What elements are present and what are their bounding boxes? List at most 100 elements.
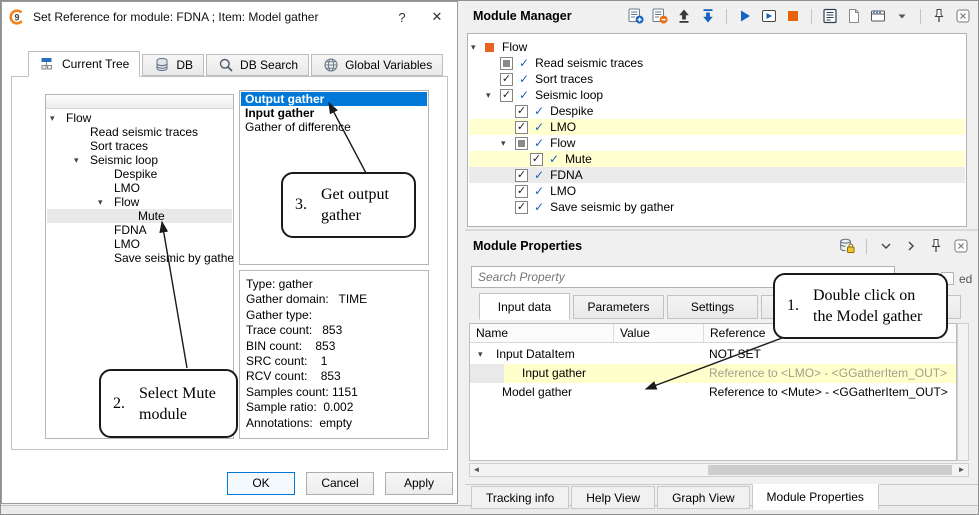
flow-tree-item-sort-traces[interactable]: Sort traces [47, 139, 232, 153]
module-tree-item-despike[interactable]: ✓Despike [469, 103, 965, 119]
expander-icon[interactable]: ▾ [471, 42, 485, 53]
bottom-tab-module-properties[interactable]: Module Properties [752, 484, 879, 510]
flow-tree-item-flow[interactable]: ▾Flow [47, 111, 232, 125]
enabled-check-icon: ✓ [534, 168, 544, 182]
pin-icon[interactable] [927, 237, 945, 255]
scroll-right-arrow[interactable]: ► [955, 464, 968, 476]
expander-icon[interactable]: ▾ [98, 195, 114, 209]
close-icon[interactable] [954, 7, 972, 25]
module-tree-item-label: Mute [565, 152, 592, 166]
partial-checkbox[interactable] [515, 137, 528, 150]
table-row-input-gather[interactable]: Input gatherReference to <LMO> - <GGathe… [470, 364, 956, 383]
checked-checkbox[interactable] [515, 169, 528, 182]
table-row-model-gather[interactable]: Model gatherReference to <Mute> - <GGath… [470, 383, 956, 402]
remove-module-icon[interactable] [651, 7, 669, 25]
flow-block-icon [485, 43, 494, 52]
bottom-tab-tracking-info[interactable]: Tracking info [471, 486, 569, 509]
column-header-name[interactable]: Name [470, 324, 614, 342]
checked-checkbox[interactable] [530, 153, 543, 166]
report-icon[interactable] [821, 7, 839, 25]
gather-list-item-input-gather[interactable]: Input gather [241, 106, 427, 120]
module-tree-item-flow[interactable]: ▾Flow [469, 39, 965, 55]
chevron-right-icon[interactable] [902, 237, 920, 255]
flow-tree-item-flow[interactable]: ▾Flow [47, 195, 232, 209]
move-up-icon[interactable] [675, 7, 693, 25]
table-row-input-dataitem[interactable]: ▾Input DataItemNOT SET [470, 345, 956, 364]
vertical-scrollbar[interactable] [957, 323, 969, 461]
window-layout-icon[interactable] [869, 7, 887, 25]
module-tree-item-label: Despike [550, 104, 593, 118]
checked-checkbox[interactable] [515, 121, 528, 134]
toolbar-separator [726, 9, 727, 24]
module-tree-item-lmo[interactable]: ✓LMO [469, 119, 965, 135]
run-flow-icon[interactable] [760, 7, 778, 25]
properties-tab-settings[interactable]: Settings [667, 295, 758, 319]
svg-text:9: 9 [14, 12, 19, 22]
toolbar-separator [866, 239, 867, 254]
properties-tab-parameters[interactable]: Parameters [573, 295, 664, 319]
tab-global-variables[interactable]: Global Variables [311, 54, 443, 76]
run-icon[interactable] [736, 7, 754, 25]
callout-text-line: Get output [321, 184, 389, 205]
module-tree-item-label: LMO [550, 120, 576, 134]
module-tree-item-read-seismic-traces[interactable]: ✓Read seismic traces [469, 55, 965, 71]
tab-current-tree[interactable]: Current Tree [28, 51, 140, 77]
help-button[interactable]: ? [388, 10, 416, 25]
checked-checkbox[interactable] [515, 201, 528, 214]
ok-button[interactable]: OK [227, 472, 295, 495]
column-header-value[interactable]: Value [614, 324, 704, 342]
pin-icon[interactable] [930, 7, 948, 25]
bottom-tab-help-view[interactable]: Help View [571, 486, 655, 509]
tab-db-search[interactable]: DB Search [206, 54, 309, 76]
checked-checkbox[interactable] [515, 185, 528, 198]
flow-tree-item-seismic-loop[interactable]: ▾Seismic loop [47, 153, 232, 167]
partial-checkbox[interactable] [500, 57, 513, 70]
gather-list-item-output-gather[interactable]: Output gather [241, 92, 427, 106]
gather-list-item-gather-of-difference[interactable]: Gather of difference [241, 120, 427, 134]
properties-tab-input-data[interactable]: Input data [479, 293, 570, 320]
callout-number: 1. [787, 297, 813, 315]
close-button[interactable]: ✕ [423, 9, 451, 25]
db-lock-icon[interactable] [838, 237, 856, 255]
module-tree-item-lmo[interactable]: ✓LMO [469, 183, 965, 199]
module-manager-header: Module Manager [467, 1, 979, 33]
expander-icon[interactable]: ▾ [50, 111, 66, 125]
module-tree-item-fdna[interactable]: ✓FDNA [469, 167, 965, 183]
flow-tree-item-lmo[interactable]: LMO [47, 237, 232, 251]
horizontal-scrollbar[interactable]: ◄ ► [469, 463, 969, 477]
expander-icon[interactable]: ▾ [486, 90, 500, 101]
expander-icon[interactable]: ▾ [478, 345, 483, 364]
new-document-icon[interactable] [845, 7, 863, 25]
tab-db[interactable]: DB [142, 54, 204, 76]
flow-tree-item-save-seismic-by-gather[interactable]: Save seismic by gather [47, 251, 232, 265]
flow-tree-item-mute[interactable]: Mute [47, 209, 232, 223]
dialog-titlebar: 9 Set Reference for module: FDNA ; Item:… [2, 2, 457, 32]
cancel-button[interactable]: Cancel [306, 472, 374, 495]
flow-tree-item-fdna[interactable]: FDNA [47, 223, 232, 237]
caret-down-icon[interactable] [893, 7, 911, 25]
checked-checkbox[interactable] [515, 105, 528, 118]
bottom-tab-graph-view[interactable]: Graph View [657, 486, 749, 509]
scroll-left-arrow[interactable]: ◄ [470, 464, 483, 476]
checked-checkbox[interactable] [500, 89, 513, 102]
checked-checkbox[interactable] [500, 73, 513, 86]
module-tree-item-mute[interactable]: ✓Mute [469, 151, 965, 167]
expander-icon[interactable]: ▾ [74, 153, 90, 167]
expander-icon[interactable]: ▾ [501, 138, 515, 149]
chevron-down-icon[interactable] [877, 237, 895, 255]
flow-tree-item-despike[interactable]: Despike [47, 167, 232, 181]
module-tree-item-flow[interactable]: ▾✓Flow [469, 135, 965, 151]
flow-tree-item-read-seismic-traces[interactable]: Read seismic traces [47, 125, 232, 139]
scrollbar-thumb[interactable] [708, 465, 952, 475]
module-tree-item-seismic-loop[interactable]: ▾✓Seismic loop [469, 87, 965, 103]
module-tree-item-save-seismic-by-gather[interactable]: ✓Save seismic by gather [469, 199, 965, 215]
move-down-icon[interactable] [699, 7, 717, 25]
stop-icon[interactable] [784, 7, 802, 25]
callout-text: Get outputgather [321, 184, 389, 226]
apply-button[interactable]: Apply [385, 472, 453, 495]
add-module-icon[interactable] [627, 7, 645, 25]
module-tree-item-sort-traces[interactable]: ✓Sort traces [469, 71, 965, 87]
close-icon[interactable] [952, 237, 970, 255]
enabled-check-icon: ✓ [519, 72, 529, 86]
flow-tree-item-lmo[interactable]: LMO [47, 181, 232, 195]
